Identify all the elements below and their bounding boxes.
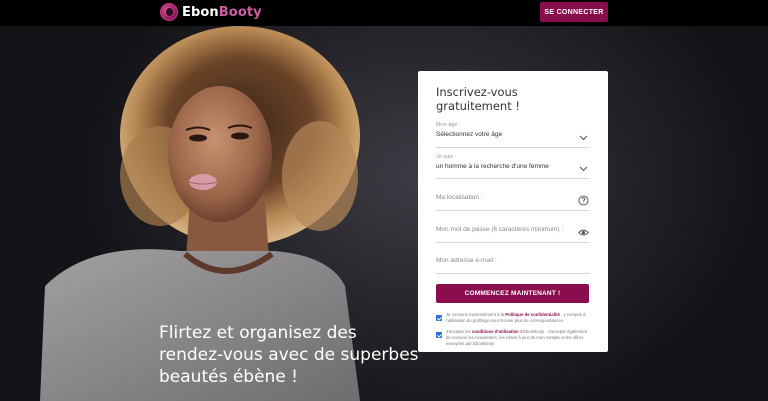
email-placeholder: Mon adresse e-mail : — [436, 257, 497, 264]
help-circle-icon[interactable] — [578, 195, 589, 206]
terms-link[interactable]: conditions d'utilisation — [472, 329, 519, 334]
signup-form: Inscrivez-vous gratuitement ! Mon âge : … — [418, 71, 608, 352]
privacy-consent-pre: Je consens expressément à la — [446, 312, 506, 317]
age-select[interactable]: Mon âge : Sélectionnez votre âge — [436, 122, 590, 148]
login-button[interactable]: SE CONNECTER — [540, 2, 608, 22]
eye-icon[interactable] — [578, 227, 589, 238]
password-placeholder: Mon mot de passe (6 caractères minimum) … — [436, 226, 564, 233]
logo-text: EbonBooty — [182, 5, 262, 20]
seeking-value: un homme à la recherche d'une femme — [436, 163, 549, 170]
form-title: Inscrivez-vous gratuitement ! — [436, 85, 520, 113]
terms-consent-pre: J'accepte les — [446, 329, 472, 334]
privacy-consent-text: Je consens expressément à la Politique d… — [446, 312, 590, 324]
start-now-button[interactable]: COMMENCEZ MAINTENANT ! — [436, 284, 589, 303]
age-value: Sélectionnez votre âge — [436, 131, 503, 138]
privacy-consent: Je consens expressément à la Politique d… — [436, 312, 590, 324]
logo-text-part2: Booty — [218, 4, 262, 20]
hero-section: Flirtez et organisez des rendez-vous ave… — [0, 26, 768, 401]
password-input[interactable]: Mon mot de passe (6 caractères minimum) … — [436, 226, 590, 243]
privacy-policy-link[interactable]: Politique de confidentialité — [505, 312, 560, 317]
face-shape — [168, 86, 272, 222]
chevron-down-icon — [579, 135, 588, 141]
terms-consent: J'accepte les conditions d'utilisation d… — [436, 329, 590, 347]
chevron-down-icon — [579, 166, 588, 172]
age-label: Mon âge : — [436, 122, 461, 128]
logo-icon — [160, 3, 178, 21]
hero-tagline: Flirtez et organisez des rendez-vous ave… — [159, 323, 419, 387]
checkbox-checked-icon[interactable] — [436, 315, 442, 321]
top-bar: EbonBooty SE CONNECTER — [0, 0, 768, 26]
seeking-select[interactable]: Je suis : un homme à la recherche d'une … — [436, 154, 590, 179]
seeking-label: Je suis : — [436, 154, 457, 160]
checkbox-checked-icon[interactable] — [436, 332, 442, 338]
logo[interactable]: EbonBooty — [160, 3, 262, 21]
location-placeholder: Ma localisation : — [436, 194, 483, 201]
terms-consent-text: J'accepte les conditions d'utilisation d… — [446, 329, 590, 347]
location-input[interactable]: Ma localisation : — [436, 194, 590, 211]
email-input[interactable]: Mon adresse e-mail : — [436, 257, 590, 274]
logo-text-part1: Ebon — [182, 4, 219, 20]
